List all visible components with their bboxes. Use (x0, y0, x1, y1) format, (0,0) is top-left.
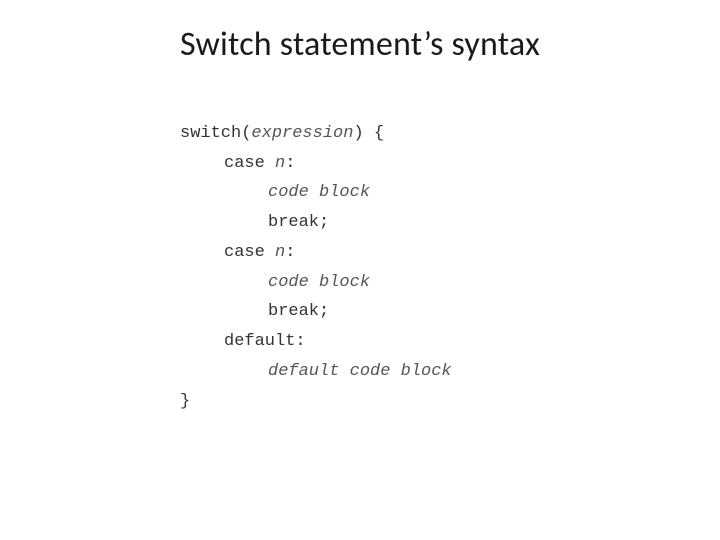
keyword-case: case (224, 154, 275, 173)
keyword-case: case (224, 243, 275, 262)
code-line-5: case n: (180, 238, 295, 268)
keyword-default: default: (224, 332, 306, 351)
code-line-3: code block (180, 178, 370, 208)
expr-code-block: code block (268, 183, 370, 202)
expr-default-code-block: default code block (268, 362, 452, 381)
expr-n: n (275, 154, 285, 173)
expr-code-block: code block (268, 273, 370, 292)
slide-title: Switch statement’s syntax (0, 24, 720, 65)
delim-close-paren-brace: ) { (353, 124, 384, 143)
keyword-break: break; (268, 302, 329, 321)
code-line-10: } (180, 392, 190, 411)
expr-n: n (275, 243, 285, 262)
delim-colon: : (285, 154, 295, 173)
code-line-7: break; (180, 297, 329, 327)
code-line-9: default code block (180, 357, 452, 387)
code-line-2: case n: (180, 149, 295, 179)
keyword-break: break; (268, 213, 329, 232)
expr-expression: expression (251, 124, 353, 143)
code-line-4: break; (180, 208, 329, 238)
code-line-8: default: (180, 327, 306, 357)
code-block: switch(expression) { case n: code block … (180, 89, 720, 416)
keyword-switch: switch( (180, 124, 251, 143)
code-line-6: code block (180, 268, 370, 298)
delim-colon: : (285, 243, 295, 262)
slide: Switch statement’s syntax switch(express… (0, 0, 720, 540)
code-line-1: switch(expression) { (180, 124, 384, 143)
delim-close-brace: } (180, 392, 190, 411)
